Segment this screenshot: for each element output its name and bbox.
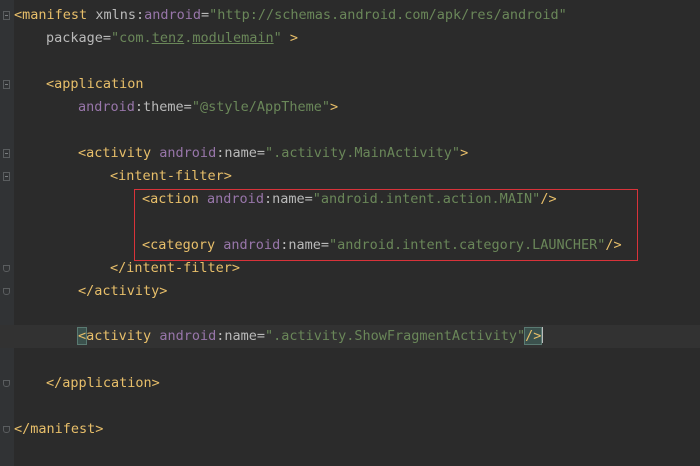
code-line-manifest-open[interactable]: <manifest xmlns:android="http://schemas.… — [0, 4, 700, 27]
code-token: android — [159, 145, 217, 161]
red-highlight-box — [134, 189, 638, 261]
code-token: android — [78, 99, 135, 115]
code-token: </activity> — [78, 283, 168, 299]
code-token: </application> — [46, 375, 160, 391]
code-line-package[interactable]: package="com.tenz.modulemain" > — [0, 27, 700, 50]
code-token: "com. — [111, 30, 152, 46]
code-token: > — [281, 30, 299, 46]
code-token: :name= — [216, 145, 265, 161]
code-token: :theme= — [134, 99, 192, 115]
fold-end-icon[interactable] — [3, 265, 10, 272]
code-line-blank[interactable] — [0, 303, 700, 326]
code-token: > — [460, 145, 469, 161]
code-token: tenz — [151, 30, 185, 46]
code-text: <application — [46, 73, 144, 96]
code-line-blank[interactable] — [0, 349, 700, 372]
code-token: </manifest> — [14, 421, 104, 437]
code-token: : — [135, 7, 145, 23]
code-token: <application — [46, 76, 144, 92]
code-token: "@style/AppTheme" — [191, 99, 330, 115]
code-line-intent-filter-open[interactable]: <intent-filter> — [0, 165, 700, 188]
code-token: android — [159, 328, 217, 344]
code-token: < — [14, 7, 23, 23]
code-token: ".activity.MainActivity" — [264, 145, 461, 161]
code-token: "http://schemas.android.com/apk/res/andr… — [209, 7, 567, 23]
code-text: package="com.tenz.modulemain" > — [46, 27, 298, 50]
code-text: <activity android:name=".activity.MainAc… — [78, 142, 468, 165]
code-token: <intent-filter> — [110, 168, 232, 184]
code-token: " — [273, 30, 282, 46]
code-token: :name= — [216, 328, 265, 344]
code-text: </activity> — [78, 280, 167, 303]
code-line-blank[interactable] — [0, 395, 700, 418]
code-line-activity-main-open[interactable]: <activity android:name=".activity.MainAc… — [0, 142, 700, 165]
code-token: xmlns — [95, 7, 136, 23]
code-line-theme[interactable]: android:theme="@style/AppTheme"> — [0, 96, 700, 119]
code-line-blank[interactable] — [0, 50, 700, 73]
fold-collapse-icon[interactable] — [3, 149, 10, 158]
code-token: <activity — [78, 145, 152, 161]
fold-end-icon[interactable] — [3, 288, 10, 295]
code-token: = — [201, 7, 210, 23]
code-token: > — [329, 99, 339, 115]
code-line-blank[interactable] — [0, 119, 700, 142]
code-line-activity-main-close[interactable]: </activity> — [0, 280, 700, 303]
code-text: android:theme="@style/AppTheme"> — [78, 96, 338, 119]
code-token: activity — [86, 328, 152, 344]
fold-end-icon[interactable] — [3, 426, 10, 433]
code-token: android — [144, 7, 201, 23]
code-text: <activity android:name=".activity.ShowFr… — [76, 325, 544, 348]
code-text: <intent-filter> — [110, 165, 232, 188]
fold-collapse-icon[interactable] — [3, 11, 10, 20]
code-line-application-close[interactable]: </application> — [0, 372, 700, 395]
code-text: </application> — [46, 372, 160, 395]
fold-collapse-icon[interactable] — [3, 80, 10, 89]
code-line-activity-fragment-current[interactable]: <activity android:name=".activity.ShowFr… — [0, 325, 700, 348]
code-token: = — [102, 30, 112, 46]
code-token: package — [46, 30, 103, 46]
text-caret — [542, 327, 544, 343]
code-line-manifest-close[interactable]: </manifest> — [0, 418, 700, 441]
code-token: manifest — [22, 7, 88, 23]
code-token: </intent-filter> — [110, 260, 241, 276]
code-token: /> — [524, 327, 543, 345]
code-text: </manifest> — [14, 418, 103, 441]
fold-collapse-icon[interactable] — [3, 172, 10, 181]
code-editor[interactable]: <manifest xmlns:android="http://schemas.… — [0, 0, 700, 466]
code-text: <manifest xmlns:android="http://schemas.… — [14, 4, 567, 27]
code-token: modulemain — [192, 30, 274, 46]
code-token: < — [76, 327, 88, 345]
fold-end-icon[interactable] — [3, 380, 10, 387]
code-token: ".activity.ShowFragmentActivity" — [265, 328, 526, 344]
code-line-application-open[interactable]: <application — [0, 73, 700, 96]
